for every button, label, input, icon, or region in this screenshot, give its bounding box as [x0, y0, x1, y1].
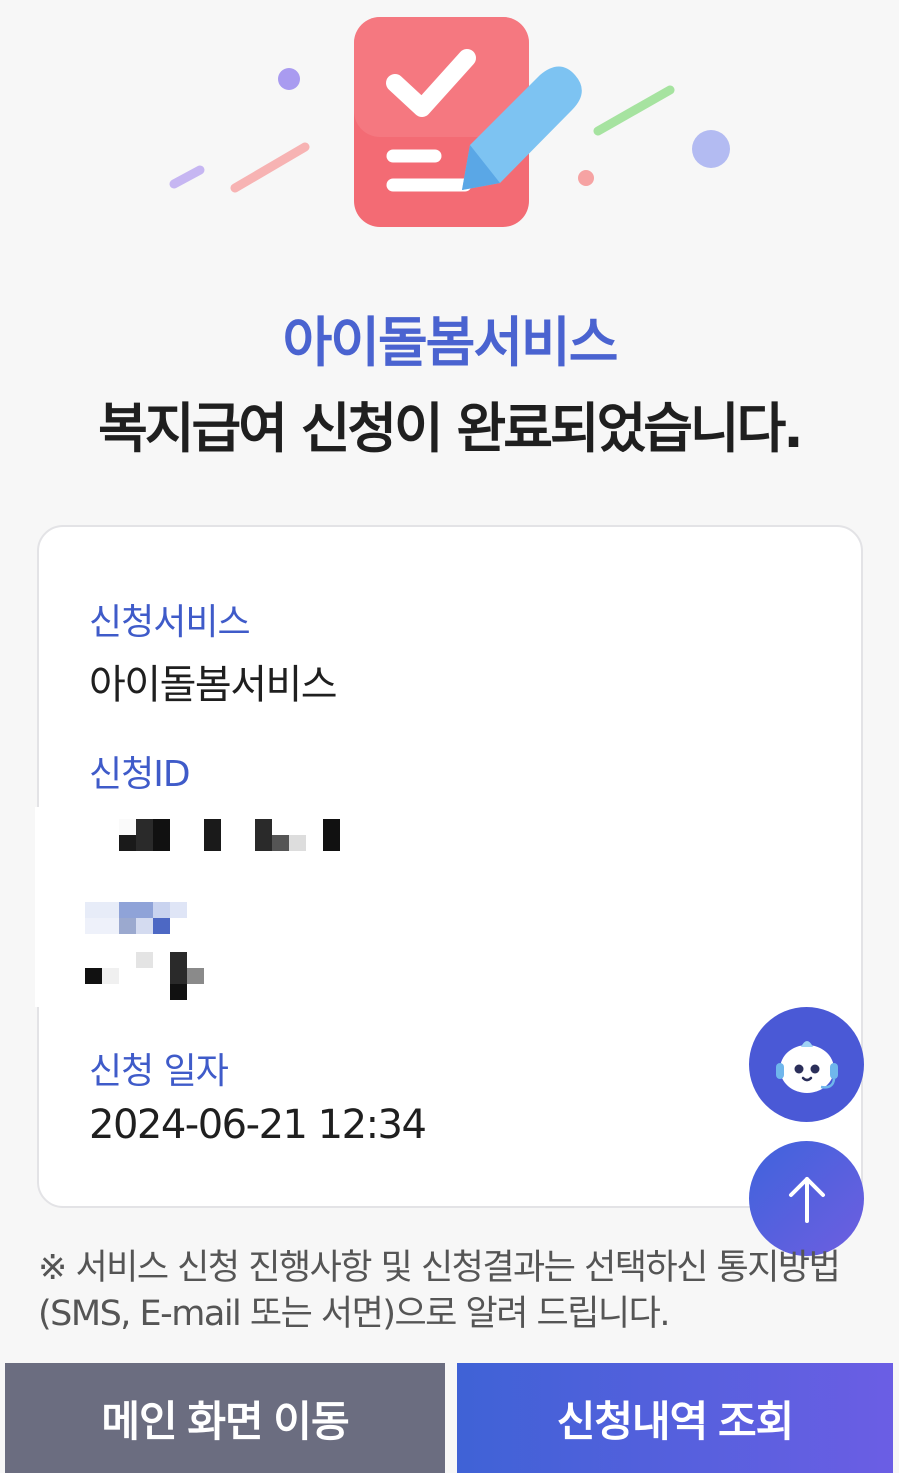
completion-message: 복지급여 신청이 완료되었습니다. — [98, 397, 804, 460]
notification-notice: ※ 서비스 신청 진행사항 및 신청결과는 선택하신 통지방법(SMS, E-m… — [38, 1248, 841, 1334]
completion-illustration — [169, 17, 730, 227]
decor-dot-icon — [692, 130, 730, 168]
go-to-main-button[interactable]: 메인 화면 이동 — [5, 1363, 445, 1473]
application-id-label: 신청ID — [89, 754, 191, 795]
service-label: 신청서비스 — [89, 602, 251, 643]
chatbot-icon — [775, 1040, 838, 1093]
service-title: 아이돌봄서비스 — [282, 311, 619, 374]
arrow-up-icon — [788, 1176, 825, 1223]
application-date-value: 2024-06-21 12:34 — [89, 1102, 427, 1148]
view-application-history-button[interactable]: 신청내역 조회 — [457, 1363, 893, 1473]
application-details-card: 신청서비스 아이돌봄서비스 신청ID 신청 일자 2024-06-21 12:3… — [35, 525, 863, 1208]
service-value: 아이돌봄서비스 — [89, 662, 338, 708]
decor-dot-icon — [278, 68, 300, 90]
decor-dot-icon — [578, 170, 594, 186]
redacted-application-id — [35, 807, 375, 1007]
scroll-to-top-button[interactable] — [749, 1141, 864, 1256]
chatbot-button[interactable] — [749, 1007, 864, 1122]
application-date-label: 신청 일자 — [89, 1051, 229, 1092]
